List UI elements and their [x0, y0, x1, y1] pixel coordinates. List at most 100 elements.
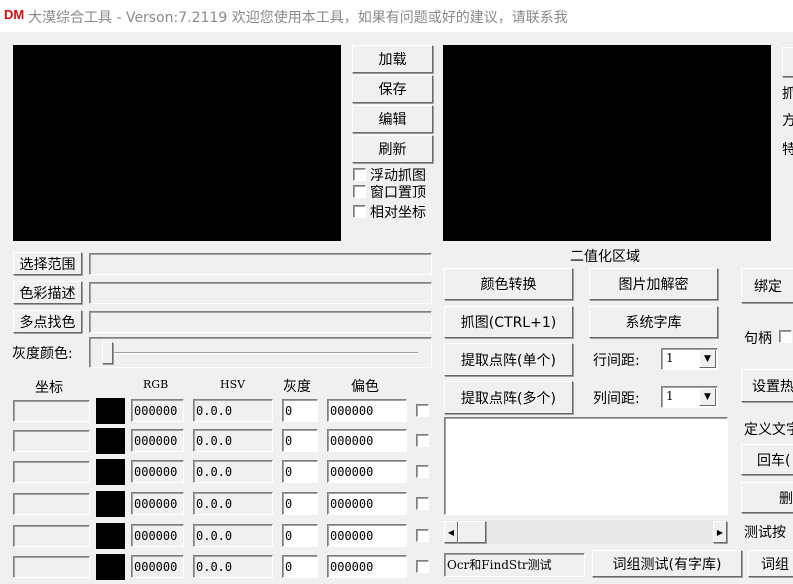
delete-button[interactable]: 删: [741, 482, 793, 513]
set-hotkey-button[interactable]: 设置热: [741, 369, 793, 402]
col-spacing-label: 列间距:: [593, 391, 640, 407]
row-spacing-label: 行间距:: [593, 353, 640, 369]
color-swatch: [96, 398, 125, 424]
multi-point-button[interactable]: 多点找色: [13, 310, 82, 333]
bias-field[interactable]: 000000: [327, 429, 407, 452]
bias-field[interactable]: 000000: [327, 399, 407, 422]
window-title: 大漠综合工具 - Verson:7.2119 欢迎您使用本工具，如果有问题或好的…: [28, 10, 568, 26]
row-checkbox[interactable]: [416, 529, 429, 542]
extract-multi-button[interactable]: 提取点阵(多个): [444, 381, 573, 414]
define-text-label: 定义文字: [744, 422, 793, 438]
gray-field[interactable]: 0: [282, 492, 318, 515]
hsv-field[interactable]: 0.0.0: [193, 524, 273, 547]
rgb-field[interactable]: 000000: [131, 524, 184, 547]
gray-color-label: 灰度颜色:: [12, 346, 73, 362]
header-coord: 坐标: [35, 380, 63, 396]
gray-field[interactable]: 0: [282, 460, 318, 483]
bias-field[interactable]: 000000: [327, 460, 407, 483]
enter-button[interactable]: 回车(: [741, 444, 793, 475]
color-swatch: [96, 554, 125, 580]
capture-preview[interactable]: [13, 45, 341, 241]
color-swatch: [96, 491, 125, 517]
hsv-field[interactable]: 0.0.0: [193, 460, 273, 483]
right-top-button[interactable]: [782, 47, 793, 77]
horizontal-scrollbar[interactable]: ◀ ▶: [444, 520, 728, 544]
image-crypt-button[interactable]: 图片加解密: [589, 268, 718, 300]
square-label: 方: [782, 113, 793, 129]
extract-single-button[interactable]: 提取点阵(单个): [444, 343, 573, 376]
coord-field[interactable]: [13, 400, 90, 422]
row-checkbox[interactable]: [416, 434, 429, 447]
select-range-button[interactable]: 选择范围: [13, 252, 82, 275]
header-rgb: RGB: [143, 378, 169, 391]
rgb-field[interactable]: 000000: [131, 555, 184, 578]
scroll-thumb[interactable]: [458, 521, 486, 543]
gray-field[interactable]: 0: [282, 524, 318, 547]
hsv-field[interactable]: 0.0.0: [193, 555, 273, 578]
row-checkbox[interactable]: [416, 404, 429, 417]
coord-field[interactable]: [13, 493, 90, 515]
color-desc-button[interactable]: 色彩描述: [13, 281, 82, 304]
row-spacing-select[interactable]: 1 ▼: [661, 348, 718, 370]
relative-coords-checkbox[interactable]: [353, 205, 366, 218]
color-convert-button[interactable]: 颜色转换: [444, 268, 573, 300]
slider-thumb[interactable]: [102, 342, 113, 364]
phrase-button[interactable]: 词组: [748, 550, 793, 577]
gray-field[interactable]: 0: [282, 399, 318, 422]
color-desc-field[interactable]: [89, 282, 432, 304]
refresh-button[interactable]: 刷新: [352, 135, 433, 163]
relative-coords-label: 相对坐标: [370, 205, 426, 221]
system-font-button[interactable]: 系统字库: [589, 306, 718, 338]
chevron-down-icon[interactable]: ▼: [699, 388, 716, 406]
col-spacing-select[interactable]: 1 ▼: [661, 386, 718, 408]
header-gray: 灰度: [283, 379, 311, 395]
bind-button[interactable]: 绑定: [741, 268, 793, 303]
binarize-preview[interactable]: [443, 45, 771, 241]
hsv-field[interactable]: 0.0.0: [193, 429, 273, 452]
rgb-field[interactable]: 000000: [131, 492, 184, 515]
phrase-test-button[interactable]: 词组测试(有字库): [592, 550, 742, 577]
edit-button[interactable]: 编辑: [352, 105, 433, 133]
gray-field[interactable]: 0: [282, 429, 318, 452]
rgb-field[interactable]: 000000: [131, 429, 184, 452]
multi-point-field[interactable]: [89, 311, 432, 333]
rgb-field[interactable]: 000000: [131, 460, 184, 483]
scroll-left-icon[interactable]: ◀: [444, 521, 458, 543]
col-spacing-value: 1: [666, 389, 674, 403]
float-capture-checkbox[interactable]: [353, 168, 366, 181]
bias-field[interactable]: 000000: [327, 555, 407, 578]
slider-track: [112, 352, 418, 354]
coord-field[interactable]: [13, 461, 90, 483]
title-bar: DM 大漠综合工具 - Verson:7.2119 欢迎您使用本工具，如果有问题…: [0, 0, 793, 32]
header-bias: 偏色: [351, 379, 379, 395]
hsv-field[interactable]: 0.0.0: [193, 492, 273, 515]
row-spacing-value: 1: [666, 351, 674, 365]
load-button[interactable]: 加载: [352, 45, 433, 73]
ocr-test-field[interactable]: Ocr和FindStr测试: [444, 553, 585, 577]
binarize-area-label: 二值化区域: [570, 249, 640, 265]
save-button[interactable]: 保存: [352, 75, 433, 103]
chevron-down-icon[interactable]: ▼: [699, 350, 716, 368]
window-top-checkbox[interactable]: [353, 185, 366, 198]
coord-field[interactable]: [13, 430, 90, 452]
color-swatch: [96, 428, 125, 454]
gray-field[interactable]: 0: [282, 555, 318, 578]
rgb-field[interactable]: 000000: [131, 399, 184, 422]
hsv-field[interactable]: 0.0.0: [193, 399, 273, 422]
bias-field[interactable]: 000000: [327, 524, 407, 547]
coord-field[interactable]: [13, 525, 90, 547]
row-checkbox[interactable]: [416, 497, 429, 510]
header-hsv: HSV: [220, 378, 246, 391]
scroll-right-icon[interactable]: ▶: [713, 521, 727, 543]
coord-field[interactable]: [13, 556, 90, 578]
window-top-label: 窗口置顶: [370, 185, 426, 201]
row-checkbox[interactable]: [416, 465, 429, 478]
row-checkbox[interactable]: [416, 560, 429, 573]
bias-field[interactable]: 000000: [327, 492, 407, 515]
handle-label: 句柄: [744, 331, 772, 347]
capture-button[interactable]: 抓图(CTRL+1): [444, 306, 573, 338]
output-textarea[interactable]: [444, 417, 728, 515]
gray-slider[interactable]: [89, 337, 432, 368]
select-range-field[interactable]: [89, 253, 432, 275]
handle-checkbox[interactable]: [779, 330, 792, 343]
